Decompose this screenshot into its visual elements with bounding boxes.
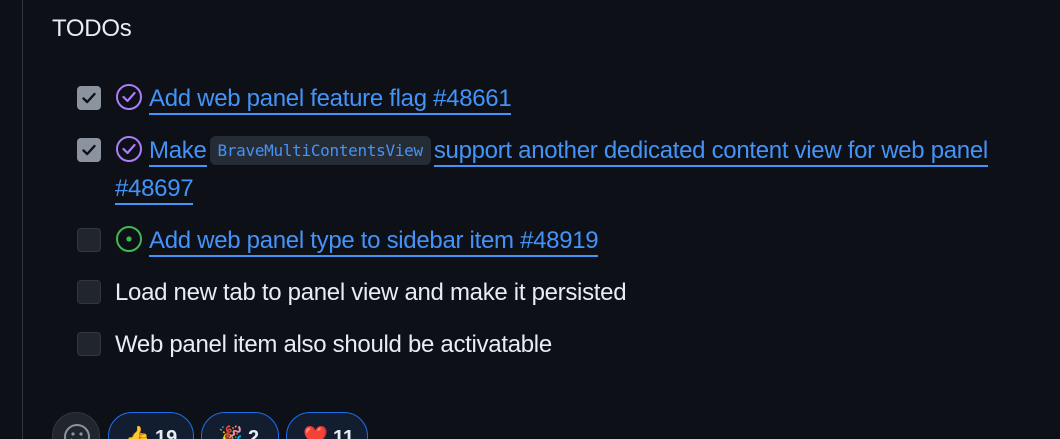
- timeline-rule: [22, 0, 23, 439]
- reaction-count: 19: [155, 427, 178, 439]
- section-heading: TODOs: [52, 15, 132, 42]
- inline-code[interactable]: BraveMultiContentsView: [209, 136, 431, 165]
- issue-link[interactable]: Add web panel type to sidebar item #4891…: [149, 227, 599, 257]
- pull-request-merged-icon: [115, 83, 143, 111]
- task-checkbox[interactable]: [77, 332, 101, 356]
- checkmark-icon: [82, 144, 96, 156]
- reaction-count: 11: [333, 427, 355, 439]
- task-checkbox[interactable]: [77, 138, 101, 162]
- issue-link[interactable]: Add web panel feature flag #48661: [149, 85, 512, 115]
- pull-request-merged-icon: [115, 135, 143, 163]
- task-item: Web panel item also should be activatabl…: [76, 326, 1036, 364]
- thumbs-up-icon: 👍: [125, 426, 150, 439]
- reaction-hooray-button[interactable]: 🎉 2: [201, 412, 279, 439]
- task-text: Web panel item also should be activatabl…: [115, 331, 552, 358]
- issue-open-icon: [115, 225, 143, 253]
- task-item: Load new tab to panel view and make it p…: [76, 274, 1036, 312]
- add-reaction-button[interactable]: [52, 412, 100, 439]
- reaction-heart-button[interactable]: ❤️ 11: [286, 412, 368, 439]
- smiley-icon: [64, 424, 90, 439]
- task-item: Add web panel type to sidebar item #4891…: [76, 222, 1036, 260]
- task-checkbox[interactable]: [77, 280, 101, 304]
- task-item: Make BraveMultiContentsView support anothe…: [76, 132, 1036, 208]
- checkmark-icon: [82, 92, 96, 104]
- task-checkbox[interactable]: [77, 86, 101, 110]
- reaction-thumbs-up-button[interactable]: 👍 19: [108, 412, 194, 439]
- party-popper-icon: 🎉: [218, 426, 243, 439]
- task-text: Load new tab to panel view and make it p…: [115, 279, 627, 306]
- task-item: Add web panel feature flag #48661: [76, 80, 1036, 118]
- reaction-count: 2: [248, 427, 260, 439]
- task-checkbox[interactable]: [77, 228, 101, 252]
- heart-icon: ❤️: [303, 426, 328, 439]
- issue-link-prefix[interactable]: Make: [149, 137, 207, 167]
- task-list: Add web panel feature flag #48661 Make Br…: [76, 80, 1036, 378]
